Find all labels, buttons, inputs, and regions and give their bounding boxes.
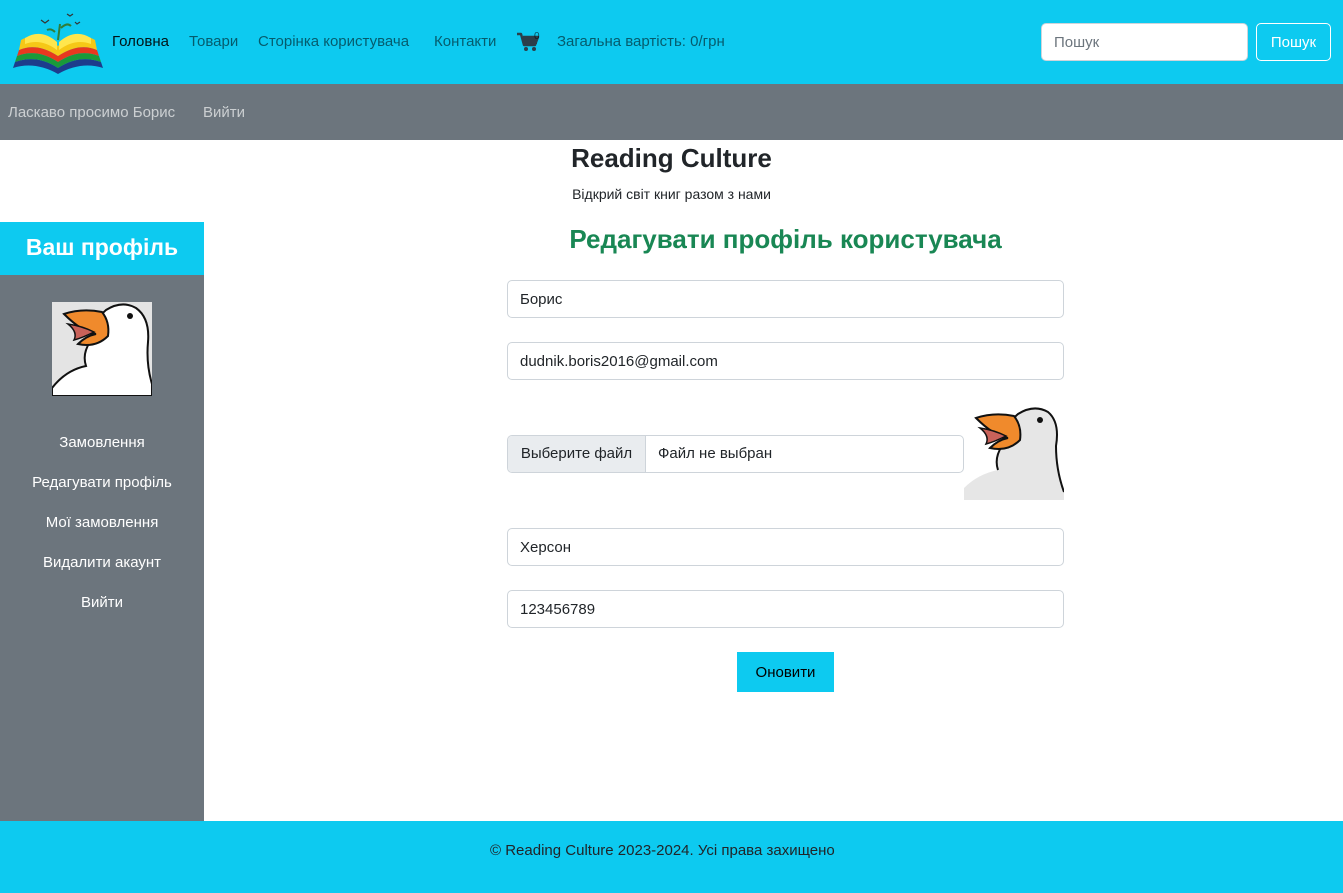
update-button[interactable]: Оновити bbox=[737, 652, 834, 692]
nav-home[interactable]: Головна bbox=[112, 33, 169, 50]
cart-total: Загальна вартість: 0/грн bbox=[557, 33, 725, 50]
logout-link[interactable]: Вийти bbox=[203, 104, 245, 121]
goose-avatar-icon bbox=[52, 302, 152, 396]
cart-count-badge: 0 bbox=[534, 31, 540, 42]
search-button[interactable]: Пошук bbox=[1256, 23, 1331, 61]
footer-copyright: © Reading Culture 2023-2024. Усі права з… bbox=[490, 842, 835, 859]
city-field[interactable] bbox=[507, 528, 1064, 566]
avatar bbox=[52, 302, 152, 396]
file-status: Файл не выбран bbox=[658, 445, 773, 462]
top-navbar: Головна Товари Сторінка користувача Конт… bbox=[0, 0, 1343, 84]
footer: © Reading Culture 2023-2024. Усі права з… bbox=[0, 821, 1343, 893]
goose-avatar-icon bbox=[964, 404, 1064, 500]
avatar-preview bbox=[964, 404, 1064, 500]
nav-user-page[interactable]: Сторінка користувача bbox=[258, 33, 409, 50]
book-logo-icon[interactable] bbox=[11, 10, 105, 76]
profile-sidebar: Ваш профіль Замовлення Редагувати профіл… bbox=[0, 222, 204, 821]
site-title-text: Reading Culture bbox=[571, 143, 772, 173]
welcome-text: Ласкаво просимо Борис bbox=[8, 104, 176, 121]
sidebar-item-delete-account[interactable]: Видалити акаунт bbox=[0, 554, 204, 571]
sidebar-item-orders[interactable]: Замовлення bbox=[0, 434, 204, 451]
sidebar-item-logout[interactable]: Вийти bbox=[0, 594, 204, 611]
nav-contacts[interactable]: Контакти bbox=[434, 33, 496, 50]
form-title: Редагувати профіль користувача bbox=[569, 224, 1002, 254]
nav-products[interactable]: Товари bbox=[189, 33, 238, 50]
sidebar-item-edit-profile[interactable]: Редагувати профіль bbox=[0, 474, 204, 491]
site-title: Reading Culture bbox=[0, 143, 1343, 174]
site-subtitle: Відкрий світ книг разом з нами bbox=[572, 186, 771, 202]
sidebar-title: Ваш профіль bbox=[0, 222, 204, 275]
search-input[interactable] bbox=[1041, 23, 1248, 61]
phone-field[interactable] bbox=[507, 590, 1064, 628]
choose-file-button[interactable]: Выберите файл bbox=[508, 436, 646, 472]
user-bar: Ласкаво просимо Борис Вийти bbox=[0, 84, 1343, 140]
avatar-file-input[interactable]: Выберите файл Файл не выбран bbox=[507, 435, 964, 473]
email-field[interactable] bbox=[507, 342, 1064, 380]
name-field[interactable] bbox=[507, 280, 1064, 318]
sidebar-item-my-orders[interactable]: Мої замовлення bbox=[0, 514, 204, 531]
